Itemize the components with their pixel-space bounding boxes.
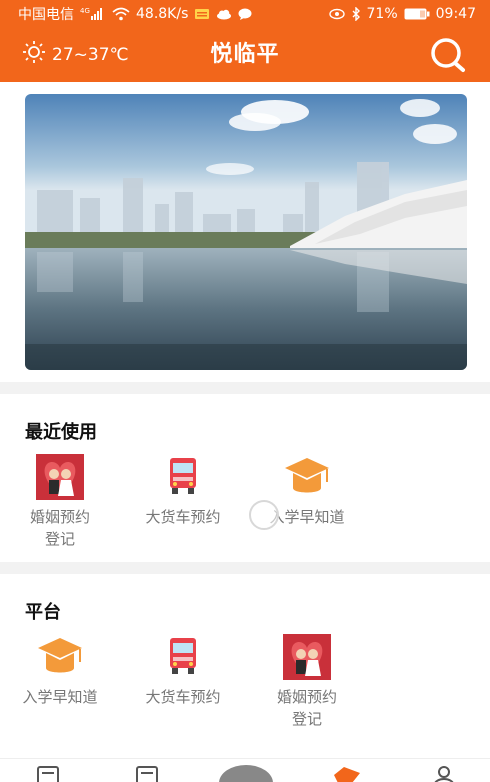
- platform-item-label: 大货车预约: [145, 688, 221, 706]
- platform-item-marriage[interactable]: 婚姻预约登记: [252, 634, 362, 730]
- graduation-cap-icon: [283, 454, 331, 500]
- search-button[interactable]: [428, 35, 468, 75]
- signal-icon: 4G: [80, 7, 106, 21]
- tab-profile-icon[interactable]: [432, 765, 456, 782]
- tab-home-icon[interactable]: [218, 765, 274, 782]
- loading-spinner: [249, 500, 279, 530]
- recent-item-truck[interactable]: 大货车预约: [128, 454, 238, 528]
- graduation-cap-icon: [36, 634, 84, 680]
- battery-icon: [404, 8, 430, 20]
- banner-image[interactable]: [25, 94, 467, 370]
- platform-section-title: 平台: [25, 602, 61, 623]
- network-speed: 48.8K/s: [136, 5, 189, 22]
- recent-item-label: 大货车预约: [145, 508, 221, 526]
- platform-item-school[interactable]: 入学早知道: [5, 634, 115, 708]
- carrier-label: 中国电信: [18, 6, 74, 23]
- marriage-icon: [36, 454, 84, 500]
- recent-item-label: 婚姻预约登记: [29, 508, 90, 548]
- platform-item-truck[interactable]: 大货车预约: [128, 634, 238, 708]
- search-icon: [428, 38, 468, 79]
- section-divider: [0, 382, 490, 394]
- recent-section-title: 最近使用: [25, 422, 97, 443]
- page-title: 悦临平: [210, 42, 280, 67]
- truck-icon: [159, 454, 207, 500]
- tab-news-icon[interactable]: [36, 765, 60, 782]
- platform-item-label: 婚姻预约登记: [276, 688, 337, 728]
- bluetooth-icon: [351, 6, 361, 21]
- truck-icon: [159, 634, 207, 680]
- platform-item-label: 入学早知道: [22, 688, 98, 706]
- notification-icon: [194, 8, 210, 20]
- wifi-icon: [112, 7, 130, 21]
- clock: 09:47: [435, 5, 476, 22]
- section-divider: [0, 562, 490, 574]
- status-bar: 中国电信 4G 48.8K/s 71% 09:47: [0, 0, 490, 27]
- eye-icon: [328, 8, 345, 20]
- battery-percent: 71%: [366, 5, 398, 22]
- marriage-icon: [283, 634, 331, 680]
- message-icon: [238, 8, 252, 20]
- app-header: 27~37℃ 悦临平: [0, 27, 490, 82]
- recent-item-marriage[interactable]: 婚姻预约登记: [5, 454, 115, 550]
- tab-list-icon[interactable]: [135, 765, 159, 782]
- tab-service-icon[interactable]: [332, 765, 362, 782]
- svg-text:4G: 4G: [80, 7, 90, 15]
- bottom-tab-bar: [0, 758, 490, 782]
- cloud-icon: [216, 8, 232, 20]
